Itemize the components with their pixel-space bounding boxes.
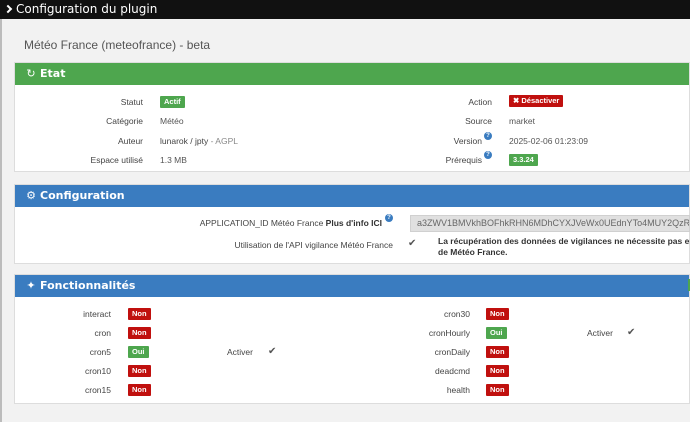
prerequis-badge: 3.3.24 bbox=[509, 154, 538, 166]
categorie-value: Météo bbox=[160, 116, 184, 126]
categorie-label: Catégorie bbox=[106, 116, 143, 126]
configuration-header: ⚙ Configuration bbox=[15, 185, 689, 207]
puzzle-icon: ✦ bbox=[26, 279, 36, 292]
source-value: market bbox=[509, 116, 535, 126]
func-state-badge: Non bbox=[486, 346, 509, 358]
vigilance-note-line-1: La récupération des données de vigilance… bbox=[438, 236, 690, 246]
activer-label: Activer bbox=[227, 347, 253, 357]
func-name: interact bbox=[83, 309, 111, 319]
auteur-value: lunarok / jpty bbox=[160, 136, 209, 146]
func-state-badge: Non bbox=[128, 308, 151, 320]
func-name: health bbox=[446, 385, 470, 395]
vigilance-note-line-2: de Météo France. bbox=[438, 247, 508, 257]
refresh-icon: ↻ bbox=[26, 67, 36, 80]
help-icon[interactable]: ? bbox=[385, 214, 393, 222]
statut-label: Statut bbox=[120, 97, 143, 107]
window-title: Configuration du plugin bbox=[16, 2, 158, 16]
espace-label: Espace utilisé bbox=[90, 155, 143, 165]
configuration-header-label: Configuration bbox=[40, 189, 125, 202]
etat-header-label: Etat bbox=[40, 67, 66, 80]
desactiver-button[interactable]: ✖ Désactiver bbox=[509, 95, 564, 107]
func-state-badge: Oui bbox=[128, 346, 149, 358]
version-value: 2025-02-06 01:23:09 bbox=[509, 136, 588, 146]
cronhourly-activer-checkbox[interactable]: ✔ bbox=[627, 327, 635, 338]
fonctionnalites-header-label: Fonctionnalités bbox=[40, 279, 136, 292]
func-name: cron5 bbox=[89, 347, 111, 357]
help-icon[interactable]: ? bbox=[484, 151, 492, 159]
etat-header: ↻ Etat bbox=[15, 63, 689, 85]
func-state-badge: Non bbox=[128, 327, 151, 339]
application-id-input[interactable]: a3ZWV1BMVkhBOFhkRHN6MDhCYXJVeWx0UEdnYTo4… bbox=[410, 215, 690, 232]
fonctionnalites-header: ✦ Fonctionnalités bbox=[15, 275, 689, 297]
action-label: Action bbox=[468, 97, 492, 107]
vigilance-note: La récupération des données de vigilance… bbox=[438, 236, 690, 258]
licence-value: - AGPL bbox=[210, 136, 238, 146]
auteur-row: lunarok / jpty - AGPL bbox=[160, 136, 238, 146]
version-label: Version bbox=[453, 136, 482, 146]
source-label: Source bbox=[465, 116, 492, 126]
func-state-badge: Non bbox=[128, 365, 151, 377]
close-icon: ✖ bbox=[513, 96, 520, 105]
func-state-badge: Non bbox=[128, 384, 151, 396]
app-id-label: APPLICATION_ID Météo France bbox=[199, 218, 324, 228]
chevron-icon[interactable] bbox=[3, 4, 13, 14]
func-name: deadcmd bbox=[435, 366, 470, 376]
window-titlebar: Configuration du plugin bbox=[0, 0, 690, 19]
prerequis-label: Prérequis bbox=[445, 155, 482, 165]
func-state-badge: Non bbox=[486, 384, 509, 396]
activer-label: Activer bbox=[587, 328, 613, 338]
func-name: cron30 bbox=[444, 309, 470, 319]
statut-badge: Actif bbox=[160, 96, 185, 108]
func-name: cron15 bbox=[85, 385, 111, 395]
fonctionnalites-panel: ✦ Fonctionnalités bbox=[14, 274, 690, 404]
func-state-badge: Non bbox=[486, 365, 509, 377]
desactiver-label: Désactiver bbox=[521, 96, 560, 105]
func-name: cron bbox=[94, 328, 111, 338]
cron5-activer-checkbox[interactable]: ✔ bbox=[268, 346, 276, 357]
help-icon[interactable]: ? bbox=[484, 132, 492, 140]
vigilance-label: Utilisation de l'API vigilance Météo Fra… bbox=[234, 240, 393, 250]
app-id-label-row: APPLICATION_ID Météo France Plus d'info … bbox=[150, 218, 382, 228]
plus-info-link[interactable]: Plus d'info ICI bbox=[326, 218, 382, 228]
func-name: cron10 bbox=[85, 366, 111, 376]
espace-value: 1.3 MB bbox=[160, 155, 187, 165]
left-border bbox=[0, 19, 2, 422]
vigilance-checkbox[interactable]: ✔ bbox=[408, 238, 416, 249]
func-name: cronDaily bbox=[434, 347, 470, 357]
func-state-badge: Non bbox=[486, 308, 509, 320]
func-name: cronHourly bbox=[428, 328, 470, 338]
func-state-badge: Oui bbox=[486, 327, 507, 339]
plugin-title: Météo France (meteofrance) - beta bbox=[24, 38, 211, 52]
gears-icon: ⚙ bbox=[26, 189, 36, 202]
auteur-label: Auteur bbox=[117, 136, 143, 146]
